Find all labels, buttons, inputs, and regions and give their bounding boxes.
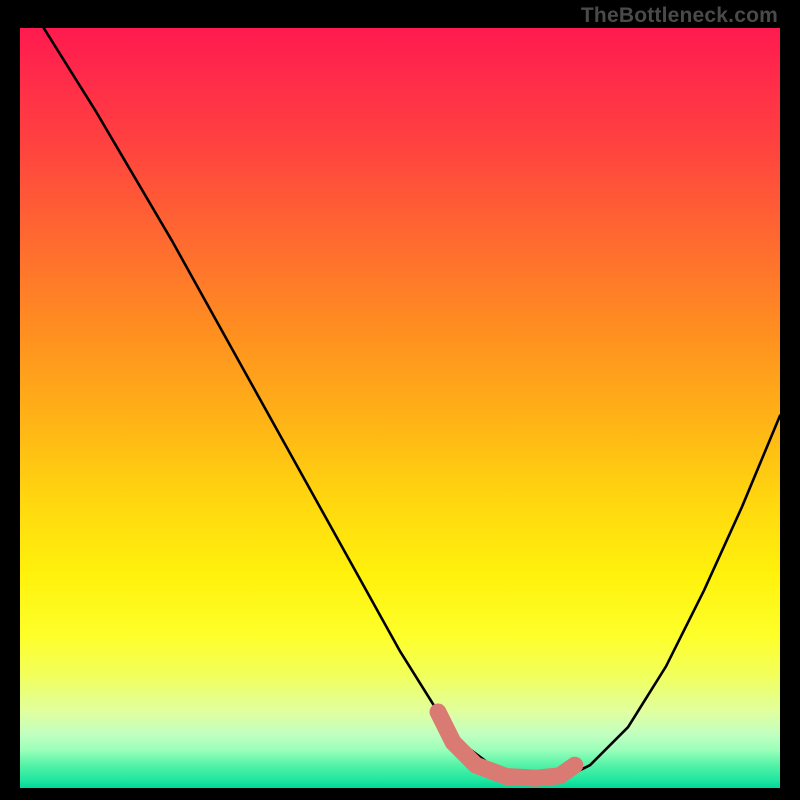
chart-frame bbox=[20, 28, 780, 788]
attribution-text: TheBottleneck.com bbox=[581, 4, 778, 28]
highlight-band bbox=[438, 712, 575, 778]
bottleneck-curve bbox=[20, 0, 780, 779]
chart-svg bbox=[20, 28, 780, 788]
